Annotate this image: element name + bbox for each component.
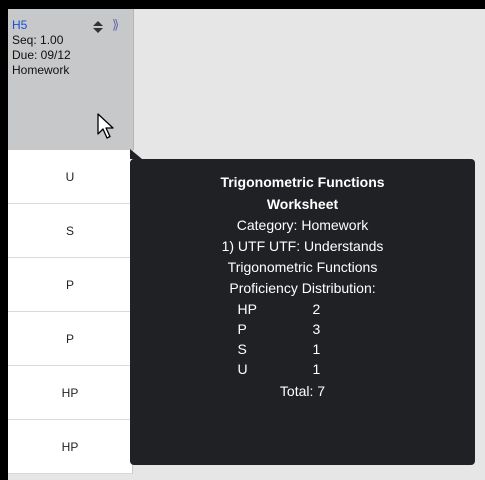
distribution-level: S <box>237 341 247 357</box>
distribution-count: 1 <box>312 341 321 357</box>
distribution-level: HP <box>237 301 257 317</box>
assignment-due: Due: 09/12 <box>12 48 71 62</box>
assignment-column-header[interactable]: H5 ⟫ Seq: 1.00 Due: 09/12 Homework <box>8 9 134 150</box>
tooltip-standard-line2: Trigonometric Functions <box>227 259 378 275</box>
distribution-row: HP 2 <box>228 299 378 319</box>
tooltip-standard-line1: 1) UTF UTF: Understands <box>221 238 384 254</box>
score-cell[interactable]: P <box>8 258 133 312</box>
distribution-table: HP 2 P 3 S 1 U 1 <box>228 299 378 379</box>
assignment-seq: Seq: 1.00 <box>12 33 64 47</box>
distribution-row: U 1 <box>228 359 378 379</box>
assignment-code[interactable]: H5 <box>12 18 27 32</box>
expand-icon[interactable]: ⟫ <box>112 18 119 32</box>
score-cell[interactable]: HP <box>8 366 133 420</box>
score-cell[interactable]: U <box>8 150 133 204</box>
assignment-tooltip: Trigonometric Functions Worksheet Catego… <box>130 149 475 465</box>
gradebook-frame: H5 ⟫ Seq: 1.00 Due: 09/12 Homework U S P… <box>8 9 485 480</box>
tooltip-category: Category: Homework <box>236 217 369 233</box>
tooltip-title-line1: Trigonometric Functions <box>220 174 385 190</box>
distribution-count: 2 <box>312 301 321 317</box>
distribution-level: P <box>237 321 247 337</box>
tooltip-arrow <box>130 149 142 159</box>
distribution-count: 1 <box>312 361 321 377</box>
cursor-icon <box>97 113 114 139</box>
tooltip-total: Total: 7 <box>279 383 326 399</box>
distribution-row: P 3 <box>228 319 378 339</box>
distribution-level: U <box>237 361 248 377</box>
distribution-row: S 1 <box>228 339 378 359</box>
score-cell[interactable]: P <box>8 312 133 366</box>
score-cell[interactable]: HP <box>8 420 133 474</box>
sort-icon[interactable] <box>93 21 103 33</box>
assignment-category: Homework <box>12 63 70 77</box>
score-cell[interactable]: S <box>8 204 133 258</box>
tooltip-title-line2: Worksheet <box>266 196 339 212</box>
tooltip-distribution-heading: Proficiency Distribution: <box>229 280 376 296</box>
distribution-count: 3 <box>312 321 321 337</box>
score-column: U S P P HP HP <box>8 150 133 474</box>
